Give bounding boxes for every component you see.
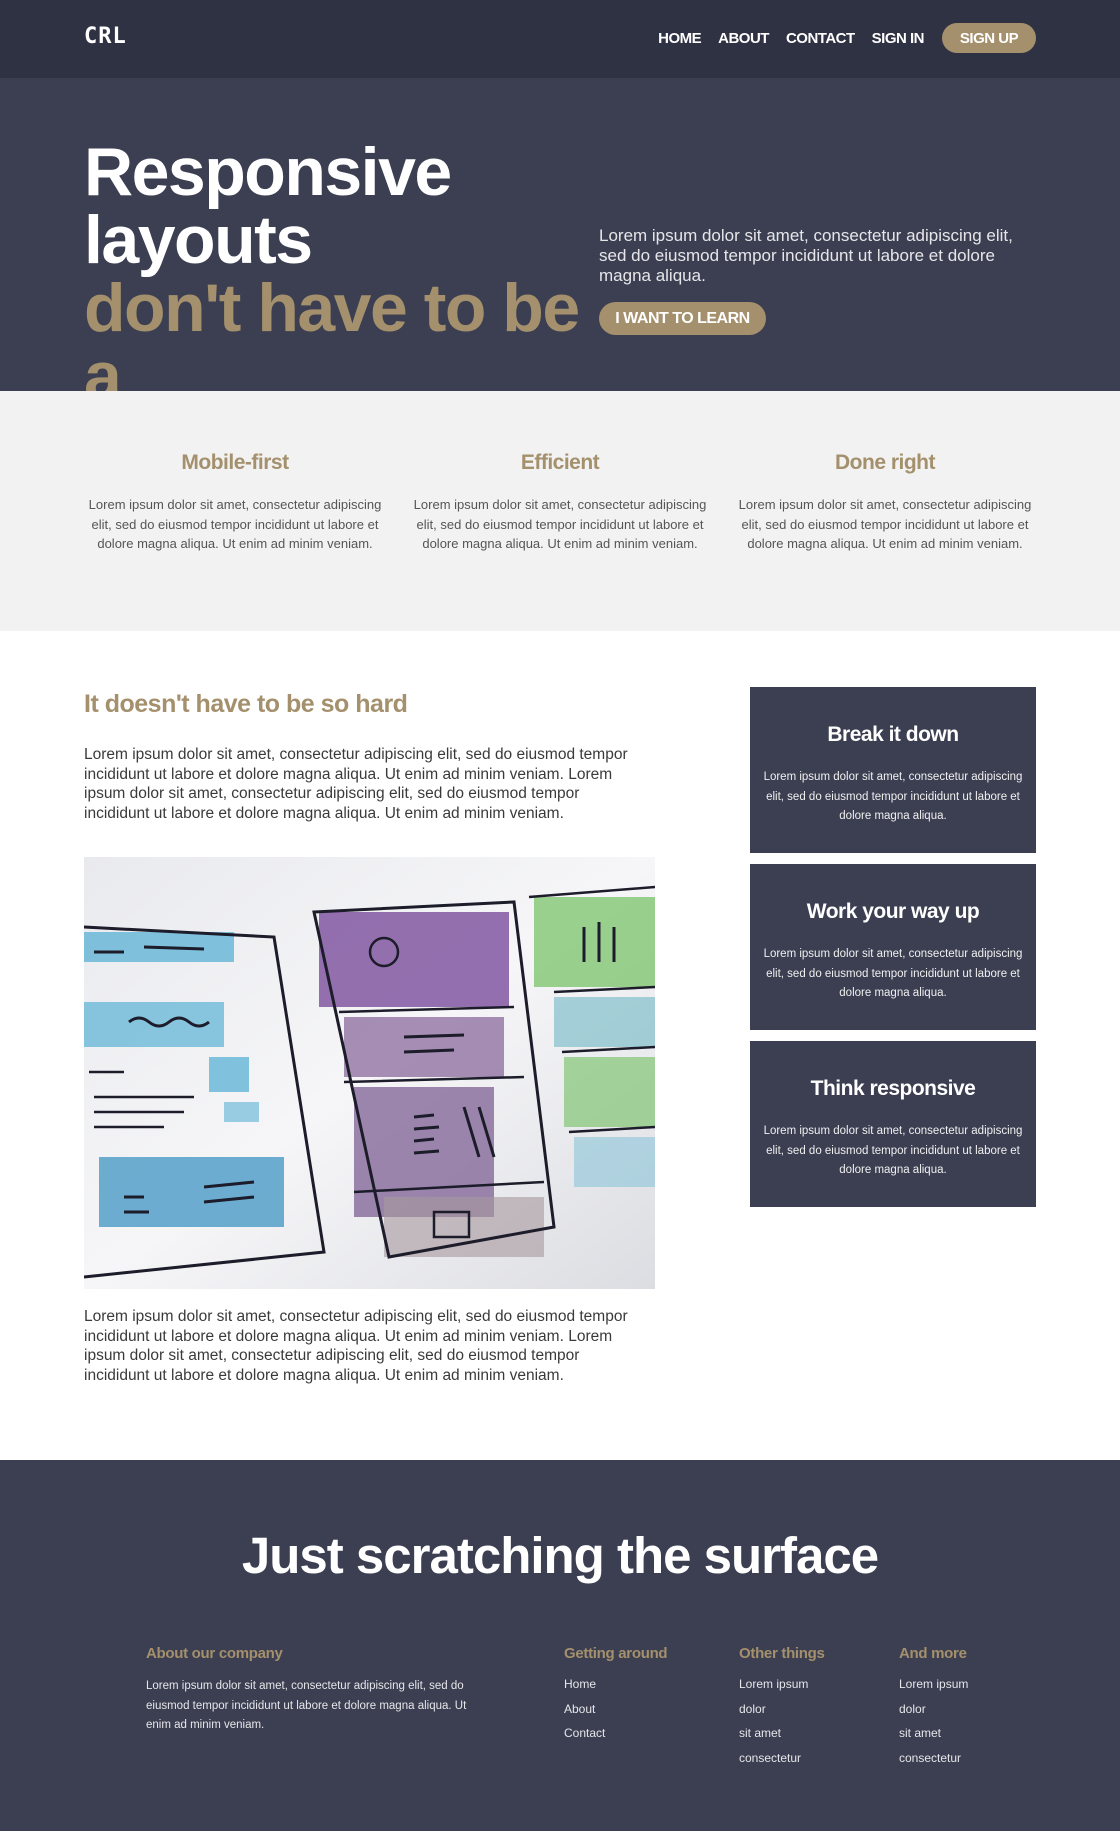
footer-link[interactable]: consectetur [739, 1746, 825, 1771]
footer-getting-around-column: Getting around Home About Contact [564, 1645, 668, 1746]
main-paragraph-1: Lorem ipsum dolor sit amet, consectetur … [84, 746, 628, 822]
footer-getting-around-heading: Getting around [564, 1645, 668, 1662]
footer-link[interactable]: sit amet [899, 1721, 968, 1746]
learn-button[interactable]: I WANT TO LEARN [599, 302, 766, 335]
feature-done-right: Done right Lorem ipsum dolor sit amet, c… [735, 451, 1035, 554]
site-footer: Just scratching the surface About our co… [0, 1460, 1120, 1831]
wireframe-sketch-image [84, 857, 655, 1289]
feature-text: Lorem ipsum dolor sit amet, consectetur … [88, 497, 382, 551]
footer-link-contact[interactable]: Contact [564, 1721, 667, 1746]
nav-about[interactable]: ABOUT [718, 30, 769, 47]
feature-title: Done right [835, 451, 936, 474]
footer-link[interactable]: Lorem ipsum [739, 1672, 825, 1697]
hero-title-line-1: Responsive layouts [84, 134, 452, 278]
feature-text: Lorem ipsum dolor sit amet, consectetur … [413, 497, 707, 551]
card-think-responsive: Think responsive Lorem ipsum dolor sit a… [750, 1041, 1036, 1207]
main-title: It doesn't have to be so hard [84, 690, 408, 718]
footer-link[interactable]: dolor [899, 1697, 968, 1722]
footer-getting-around-links: Home About Contact [564, 1672, 667, 1746]
sign-up-button[interactable]: SIGN UP [942, 23, 1036, 53]
footer-link[interactable]: Lorem ipsum [899, 1672, 968, 1697]
footer-other-things-heading: Other things [739, 1645, 825, 1662]
footer-other-things-column: Other things Lorem ipsum dolor sit amet … [739, 1645, 825, 1770]
card-title: Break it down [827, 723, 959, 746]
feature-title: Mobile-first [181, 451, 289, 474]
main-nav: HOME ABOUT CONTACT SIGN IN SIGN UP [641, 23, 1036, 53]
feature-text: Lorem ipsum dolor sit amet, consectetur … [738, 497, 1032, 551]
card-break-it-down: Break it down Lorem ipsum dolor sit amet… [750, 687, 1036, 853]
site-header: CRL HOME ABOUT CONTACT SIGN IN SIGN UP [0, 0, 1120, 78]
footer-and-more-links: Lorem ipsum dolor sit amet consectetur [899, 1672, 968, 1770]
card-title: Think responsive [810, 1077, 976, 1100]
feature-efficient: Efficient Lorem ipsum dolor sit amet, co… [410, 451, 710, 554]
footer-and-more-heading: And more [899, 1645, 967, 1662]
hero-section: Responsive layouts don't have to be a st… [0, 78, 1120, 478]
nav-home[interactable]: HOME [658, 30, 702, 47]
hero-title-line-2: don't have to be a [84, 270, 580, 414]
footer-link-home[interactable]: Home [564, 1672, 667, 1697]
hero-text: Lorem ipsum dolor sit amet, consectetur … [599, 226, 1013, 285]
footer-about-heading: About our company [146, 1645, 283, 1662]
card-work-your-way-up: Work your way up Lorem ipsum dolor sit a… [750, 864, 1036, 1030]
card-text: Lorem ipsum dolor sit amet, consectetur … [763, 771, 1023, 822]
footer-title: Just scratching the surface [241, 1527, 879, 1584]
footer-link-about[interactable]: About [564, 1697, 667, 1722]
features-section: Mobile-first Lorem ipsum dolor sit amet,… [0, 391, 1120, 631]
nav-sign-in[interactable]: SIGN IN [872, 30, 925, 47]
feature-mobile-first: Mobile-first Lorem ipsum dolor sit amet,… [85, 451, 385, 554]
footer-link[interactable]: consectetur [899, 1746, 968, 1771]
footer-about-text: Lorem ipsum dolor sit amet, consectetur … [146, 1680, 467, 1731]
card-title: Work your way up [806, 900, 980, 923]
footer-about-column: About our company Lorem ipsum dolor sit … [146, 1645, 476, 1736]
card-text: Lorem ipsum dolor sit amet, consectetur … [763, 1125, 1023, 1176]
logo[interactable]: CRL [84, 24, 127, 49]
footer-and-more-column: And more Lorem ipsum dolor sit amet cons… [899, 1645, 968, 1770]
nav-contact[interactable]: CONTACT [786, 30, 855, 47]
footer-other-things-links: Lorem ipsum dolor sit amet consectetur [739, 1672, 825, 1770]
main-paragraph-2: Lorem ipsum dolor sit amet, consectetur … [84, 1308, 628, 1384]
feature-title: Efficient [520, 451, 600, 474]
card-text: Lorem ipsum dolor sit amet, consectetur … [763, 948, 1023, 999]
footer-link[interactable]: dolor [739, 1697, 825, 1722]
footer-link[interactable]: sit amet [739, 1721, 825, 1746]
